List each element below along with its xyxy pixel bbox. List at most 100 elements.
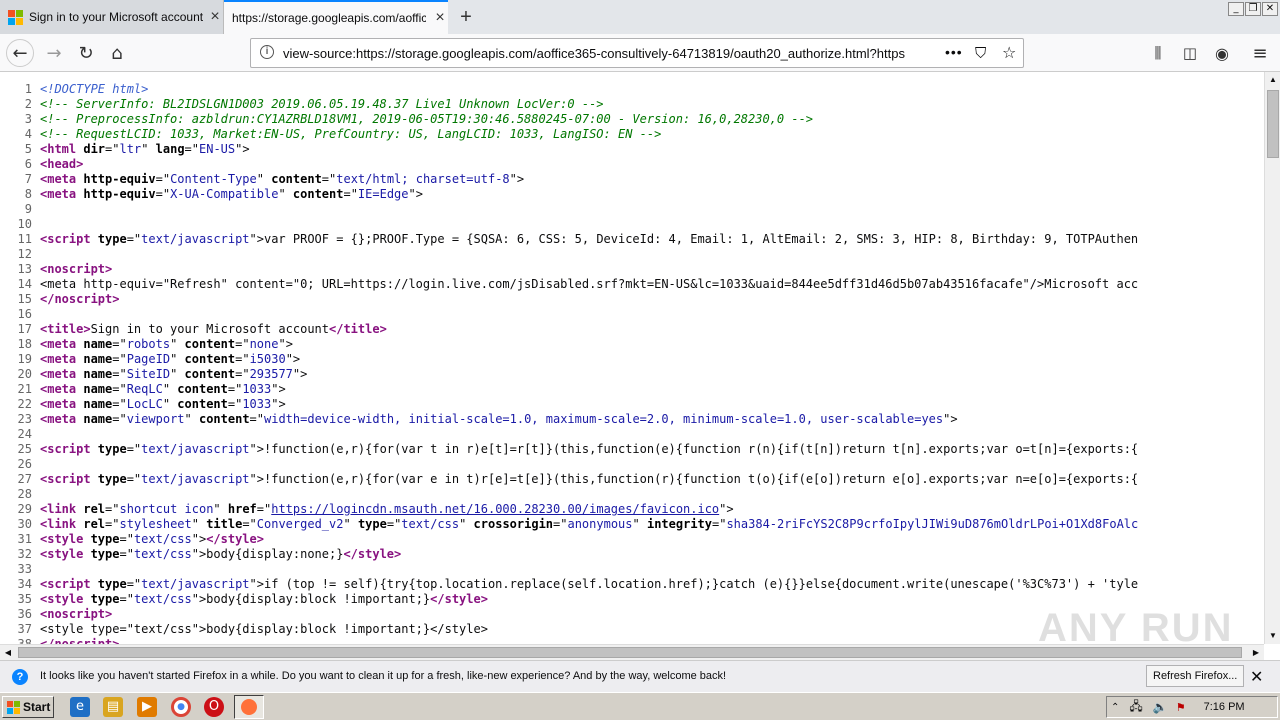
source-token: ">body{display:none;} bbox=[191, 547, 344, 561]
source-token: " bbox=[170, 337, 185, 351]
maximize-window-button[interactable]: ❐ bbox=[1245, 2, 1261, 16]
source-code: <link rel="stylesheet" title="Converged_… bbox=[40, 517, 1138, 531]
source-token: ">body{display:block !important;} bbox=[191, 592, 431, 606]
url-text[interactable]: view-source:https://storage.googleapis.c… bbox=[283, 46, 905, 61]
source-token: <!-- RequestLCID: 1033, Market:EN-US, Pr… bbox=[40, 127, 662, 141]
source-token: =" bbox=[235, 352, 250, 366]
source-line: 1 <!DOCTYPE html> bbox=[0, 82, 1264, 97]
source-token: content bbox=[184, 367, 236, 381]
source-line: 4 <!-- RequestLCID: 1033, Market:EN-US, P… bbox=[0, 127, 1264, 142]
source-token: rel bbox=[83, 517, 106, 531]
library-icon[interactable]: ⫼ bbox=[1144, 39, 1172, 67]
vertical-scrollbar[interactable]: ▲ ▼ bbox=[1264, 72, 1280, 644]
line-number: 5 bbox=[24, 142, 32, 156]
close-notification-icon[interactable]: ✕ bbox=[1250, 667, 1263, 687]
back-icon[interactable]: ← bbox=[6, 39, 34, 67]
new-tab-button[interactable]: + bbox=[452, 0, 480, 34]
line-number: 32 bbox=[17, 547, 32, 561]
source-token: <script bbox=[40, 232, 98, 246]
line-number: 1 bbox=[24, 82, 32, 96]
explorer-folder-icon[interactable]: ▤ bbox=[103, 697, 123, 717]
scroll-up-icon[interactable]: ▲ bbox=[1266, 72, 1280, 88]
opera-icon[interactable]: O bbox=[204, 697, 224, 717]
source-token: =" bbox=[119, 592, 134, 606]
source-token: title bbox=[206, 517, 243, 531]
scroll-down-icon[interactable]: ▼ bbox=[1266, 628, 1280, 644]
source-token: rel bbox=[83, 502, 106, 516]
volume-icon[interactable]: 🔈 bbox=[1153, 700, 1168, 714]
refresh-firefox-button[interactable]: Refresh Firefox... bbox=[1146, 665, 1245, 687]
source-token: =" bbox=[712, 517, 727, 531]
source-token: content bbox=[292, 187, 344, 201]
source-token: content bbox=[198, 412, 250, 426]
source-code: <!-- RequestLCID: 1033, Market:EN-US, Pr… bbox=[40, 127, 661, 141]
microsoft-favicon-icon bbox=[8, 9, 23, 25]
security-alert-icon[interactable]: ⚑ bbox=[1176, 701, 1186, 714]
source-token: <link bbox=[40, 502, 84, 516]
source-token: <noscript> bbox=[40, 607, 113, 621]
clock[interactable]: 7:16 PM bbox=[1204, 701, 1245, 713]
tab-microsoft-signin[interactable]: Sign in to your Microsoft account × bbox=[0, 0, 224, 34]
ie-icon[interactable]: e bbox=[70, 697, 90, 717]
firefox-taskbar-button[interactable] bbox=[234, 695, 264, 719]
source-token: <html bbox=[40, 142, 84, 156]
source-token: </noscript> bbox=[40, 292, 120, 306]
close-tab-icon[interactable]: × bbox=[207, 8, 223, 26]
source-token: content bbox=[271, 172, 322, 186]
view-source-content: 1 <!DOCTYPE html> 2 <!-- ServerInfo: BL2IDS… bbox=[0, 72, 1264, 644]
forward-icon[interactable]: → bbox=[40, 39, 68, 67]
line-number: 23 bbox=[17, 412, 32, 426]
source-token: "> bbox=[235, 142, 250, 156]
bookmark-star-icon[interactable]: ☆ bbox=[1002, 43, 1016, 62]
source-token: type bbox=[97, 232, 127, 246]
scroll-right-icon[interactable]: ▶ bbox=[1248, 645, 1264, 660]
menu-icon[interactable]: ≡ bbox=[1246, 39, 1274, 67]
minimize-window-button[interactable]: _ bbox=[1228, 2, 1244, 16]
source-token: Content-Type bbox=[170, 172, 257, 186]
source-token: Sign in to your Microsoft account bbox=[90, 322, 329, 336]
source-token: =" bbox=[155, 187, 171, 201]
tab-title: Sign in to your Microsoft account bbox=[29, 10, 204, 24]
source-token: stylesheet bbox=[119, 517, 192, 531]
source-code: <!-- PreprocessInfo: azbldrun:CY1AZRBLD1… bbox=[40, 112, 813, 126]
source-token: "> bbox=[408, 187, 423, 201]
close-window-button[interactable]: ✕ bbox=[1262, 2, 1278, 16]
site-info-icon[interactable]: i bbox=[260, 45, 274, 59]
page-actions-icon[interactable]: ••• bbox=[945, 44, 963, 60]
address-bar[interactable]: i view-source:https://storage.googleapis… bbox=[250, 38, 1024, 68]
tray-expand-icon[interactable]: ⌃ bbox=[1111, 702, 1119, 713]
source-token: " bbox=[162, 397, 178, 411]
sidebar-icon[interactable]: ◫ bbox=[1176, 39, 1204, 67]
start-button[interactable]: Start bbox=[2, 696, 54, 718]
source-code: <!-- ServerInfo: BL2IDSLGN1D003 2019.06.… bbox=[40, 97, 604, 111]
source-token: =" bbox=[155, 172, 171, 186]
scroll-left-icon[interactable]: ◀ bbox=[0, 645, 16, 660]
source-token: text/javascript bbox=[141, 232, 250, 246]
network-icon[interactable]: 🖧 bbox=[1129, 697, 1142, 718]
source-code: <meta name="robots" content="none"> bbox=[40, 337, 293, 351]
close-tab-icon[interactable]: × bbox=[432, 9, 448, 27]
account-icon[interactable]: ◉ bbox=[1208, 39, 1236, 67]
tab-view-source[interactable]: https://storage.googleapis.com/aoffice × bbox=[224, 0, 448, 34]
vertical-scroll-thumb[interactable] bbox=[1267, 90, 1279, 158]
source-token: 293577 bbox=[249, 367, 293, 381]
source-token: =" bbox=[126, 577, 142, 591]
home-icon[interactable]: ⌂ bbox=[103, 39, 131, 67]
source-link[interactable]: https://logincdn.msauth.net/16.000.28230… bbox=[271, 502, 719, 516]
media-player-icon[interactable]: ▶ bbox=[137, 697, 157, 717]
source-token: ">!function(e,r){for(var t in r)e[t]=r[t… bbox=[249, 442, 1139, 456]
reload-icon[interactable]: ↻ bbox=[72, 39, 100, 67]
chrome-icon[interactable]: ● bbox=[171, 697, 191, 717]
source-token: shortcut icon bbox=[119, 502, 214, 516]
source-token: =" bbox=[119, 547, 134, 561]
source-code: <meta http-equiv="Refresh" content="0; U… bbox=[40, 277, 1138, 291]
line-number: 28 bbox=[17, 487, 32, 501]
source-token: <link bbox=[40, 517, 84, 531]
pocket-icon[interactable]: ⛉ bbox=[975, 44, 986, 62]
line-number: 33 bbox=[17, 562, 32, 576]
source-token: =" bbox=[119, 532, 134, 546]
source-token: =" bbox=[227, 397, 243, 411]
source-line: 29 <link rel="shortcut icon" href="https:… bbox=[0, 502, 1264, 517]
source-token: name bbox=[83, 382, 113, 396]
line-number: 26 bbox=[17, 457, 32, 471]
